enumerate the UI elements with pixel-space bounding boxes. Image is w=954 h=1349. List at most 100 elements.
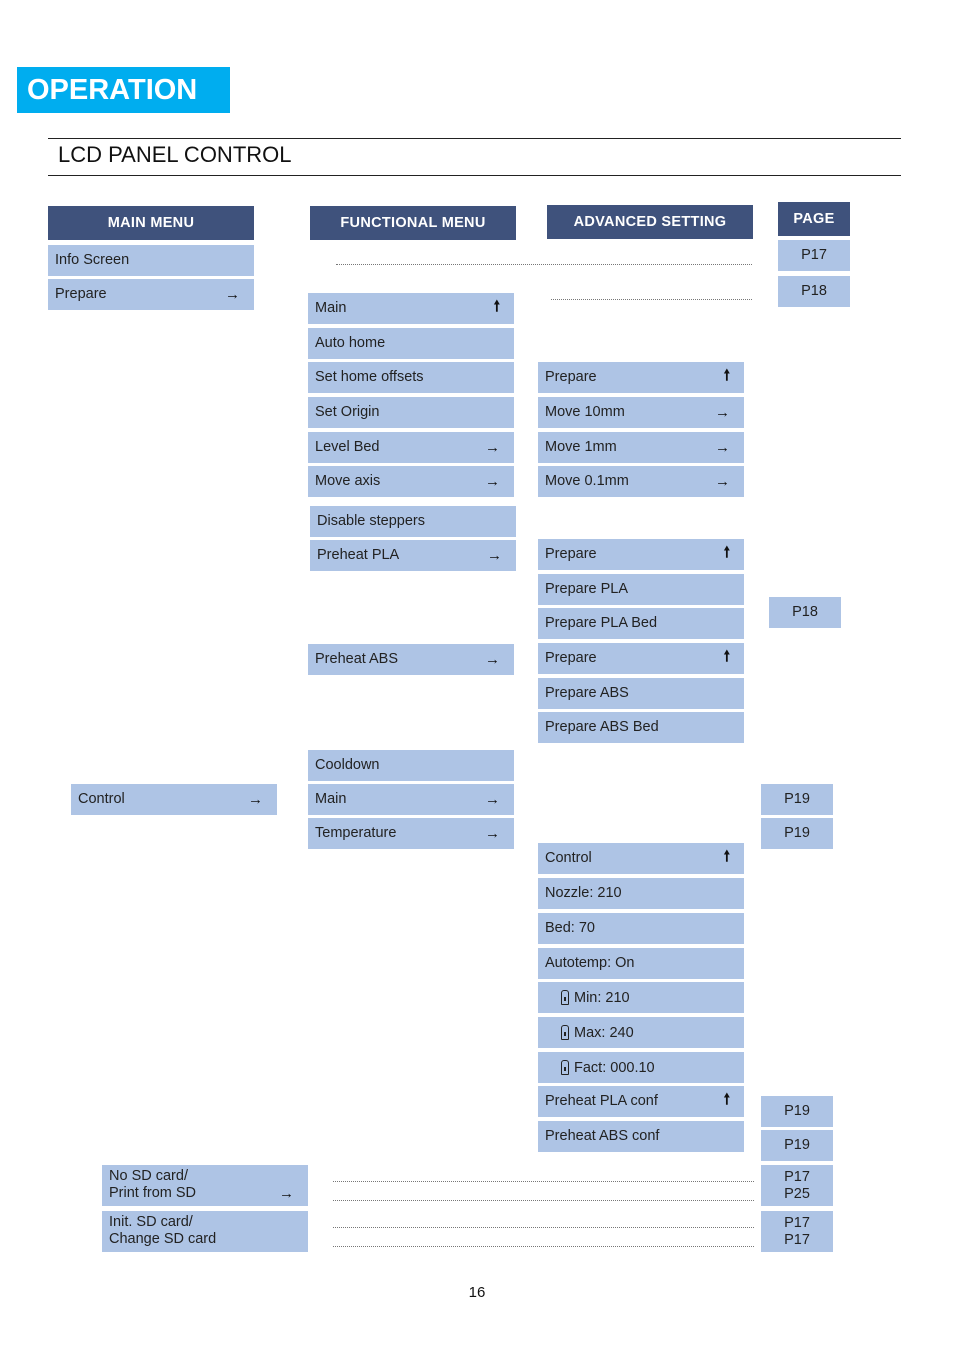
menu-item-label: Info Screen [55, 252, 130, 268]
adv-item-prepare-abs-bed[interactable]: Prepare ABS Bed [538, 712, 744, 743]
arrow-right-icon: → [715, 473, 730, 490]
menu-item-label: Fact: 000.10 [574, 1059, 655, 1076]
func-item-cooldown[interactable]: Cooldown [308, 750, 514, 781]
menu-item-label: Auto home [315, 335, 386, 351]
page-ref-info-screen: P17 [778, 240, 850, 271]
section-title: LCD PANEL CONTROL [58, 142, 292, 167]
menu-item-label: No SD card/ Print from SD [109, 1168, 197, 1201]
menu-item-label: Max: 240 [574, 1024, 634, 1041]
func-item-preheat-pla[interactable]: Preheat PLA → [310, 540, 516, 571]
arrow-up-icon: 🠕 [723, 1091, 730, 1108]
page-ref-preheat-abs-conf: P19 [761, 1130, 833, 1161]
menu-item-label: Control [545, 850, 592, 866]
menu-item-label: Preheat PLA [317, 547, 400, 563]
arrow-right-icon: → [487, 547, 502, 564]
menu-item-label: Disable steppers [317, 513, 425, 529]
divider-top [48, 138, 901, 139]
arrow-up-icon: 🠕 [723, 544, 730, 561]
menu-item-change-sd[interactable]: Init. SD card/ Change SD card [102, 1211, 308, 1252]
func-item-move-axis[interactable]: Move axis → [308, 466, 514, 497]
menu-item-control[interactable]: Control → [71, 784, 277, 815]
menu-item-label: Level Bed [315, 439, 380, 455]
arrow-right-icon: → [485, 825, 500, 842]
menu-item-label: Autotemp: On [545, 955, 635, 971]
func-item-temperature[interactable]: Temperature → [308, 818, 514, 849]
indented-label: Max: 240 [545, 1025, 634, 1041]
menu-item-print-from-sd[interactable]: No SD card/ Print from SD → [102, 1165, 308, 1206]
operation-banner: OPERATION [17, 67, 230, 113]
menu-item-label: Preheat PLA conf [545, 1093, 658, 1109]
menu-item-label: Min: 210 [574, 989, 630, 1006]
arrow-right-icon: → [279, 1185, 294, 1202]
page-ref-control-main: P19 [761, 784, 833, 815]
adv-item-prepare-pla[interactable]: Prepare PLA [538, 574, 744, 605]
indented-label: Fact: 000.10 [545, 1060, 655, 1076]
menu-item-label: Temperature [315, 825, 397, 841]
menu-item-label: Preheat ABS conf [545, 1128, 660, 1144]
leader-line [336, 264, 752, 265]
func-item-preheat-abs[interactable]: Preheat ABS → [308, 644, 514, 675]
menu-item-label: Cooldown [315, 757, 380, 773]
menu-item-label: Move 10mm [545, 404, 625, 420]
page-ref-change-sd: P17 P17 [761, 1211, 833, 1252]
adv-item-move-prepare[interactable]: Prepare 🠕 [538, 362, 744, 393]
menu-item-label: Control [78, 791, 125, 807]
adv-item-autotemp[interactable]: Autotemp: On [538, 948, 744, 979]
menu-item-label: Nozzle: 210 [545, 885, 622, 901]
adv-item-max[interactable]: Max: 240 [538, 1017, 744, 1048]
leader-line [333, 1246, 754, 1247]
arrow-up-icon: 🠕 [723, 648, 730, 665]
menu-item-label: Preheat ABS [315, 651, 399, 667]
page-ref-preheat-pla-conf: P19 [761, 1096, 833, 1127]
page-ref-preheat: P18 [769, 597, 841, 628]
menu-item-label: Bed: 70 [545, 920, 595, 936]
adv-item-nozzle[interactable]: Nozzle: 210 [538, 878, 744, 909]
thermometer-icon [561, 990, 569, 1005]
adv-item-fact[interactable]: Fact: 000.10 [538, 1052, 744, 1083]
func-item-main[interactable]: Main 🠕 [308, 293, 514, 324]
adv-item-pla-prepare[interactable]: Prepare 🠕 [538, 539, 744, 570]
adv-item-preheat-abs-conf[interactable]: Preheat ABS conf [538, 1121, 744, 1152]
adv-item-prepare-abs[interactable]: Prepare ABS [538, 678, 744, 709]
page-ref-temperature: P19 [761, 818, 833, 849]
arrow-right-icon: → [715, 439, 730, 456]
menu-item-label: Set home offsets [315, 369, 424, 385]
adv-item-temp-control[interactable]: Control 🠕 [538, 843, 744, 874]
adv-item-abs-prepare[interactable]: Prepare 🠕 [538, 643, 744, 674]
divider-bottom [48, 175, 901, 176]
indented-label: Min: 210 [545, 990, 630, 1006]
func-item-set-home-offsets[interactable]: Set home offsets [308, 362, 514, 393]
func-item-disable-steppers[interactable]: Disable steppers [310, 506, 516, 537]
adv-item-move-01mm[interactable]: Move 0.1mm → [538, 466, 744, 497]
functional-menu-header: FUNCTIONAL MENU [310, 206, 516, 240]
arrow-right-icon: → [225, 286, 240, 303]
arrow-up-icon: 🠕 [723, 848, 730, 865]
adv-item-bed[interactable]: Bed: 70 [538, 913, 744, 944]
func-item-set-origin[interactable]: Set Origin [308, 397, 514, 428]
adv-item-preheat-pla-conf[interactable]: Preheat PLA conf 🠕 [538, 1086, 744, 1117]
page-header: PAGE [778, 202, 850, 236]
adv-item-prepare-pla-bed[interactable]: Prepare PLA Bed [538, 608, 744, 639]
menu-item-label: Prepare [55, 286, 107, 302]
arrow-up-icon: 🠕 [493, 298, 500, 315]
menu-item-label: Init. SD card/ Change SD card [109, 1214, 217, 1247]
menu-item-info-screen[interactable]: Info Screen [48, 245, 254, 276]
func-item-auto-home[interactable]: Auto home [308, 328, 514, 359]
menu-item-label: Main [315, 791, 347, 807]
advanced-setting-header: ADVANCED SETTING [547, 205, 753, 239]
adv-item-move-1mm[interactable]: Move 1mm → [538, 432, 744, 463]
menu-item-label: Set Origin [315, 404, 380, 420]
func-item-control-main[interactable]: Main → [308, 784, 514, 815]
adv-item-min[interactable]: Min: 210 [538, 982, 744, 1013]
leader-line [333, 1227, 754, 1228]
menu-item-label: Prepare [545, 546, 597, 562]
arrow-right-icon: → [715, 404, 730, 421]
arrow-right-icon: → [485, 791, 500, 808]
menu-item-label: Prepare PLA Bed [545, 615, 658, 631]
menu-item-label: Move axis [315, 473, 381, 489]
adv-item-move-10mm[interactable]: Move 10mm → [538, 397, 744, 428]
leader-line [333, 1200, 754, 1201]
menu-item-prepare[interactable]: Prepare → [48, 279, 254, 310]
menu-item-label: Prepare [545, 369, 597, 385]
func-item-level-bed[interactable]: Level Bed → [308, 432, 514, 463]
